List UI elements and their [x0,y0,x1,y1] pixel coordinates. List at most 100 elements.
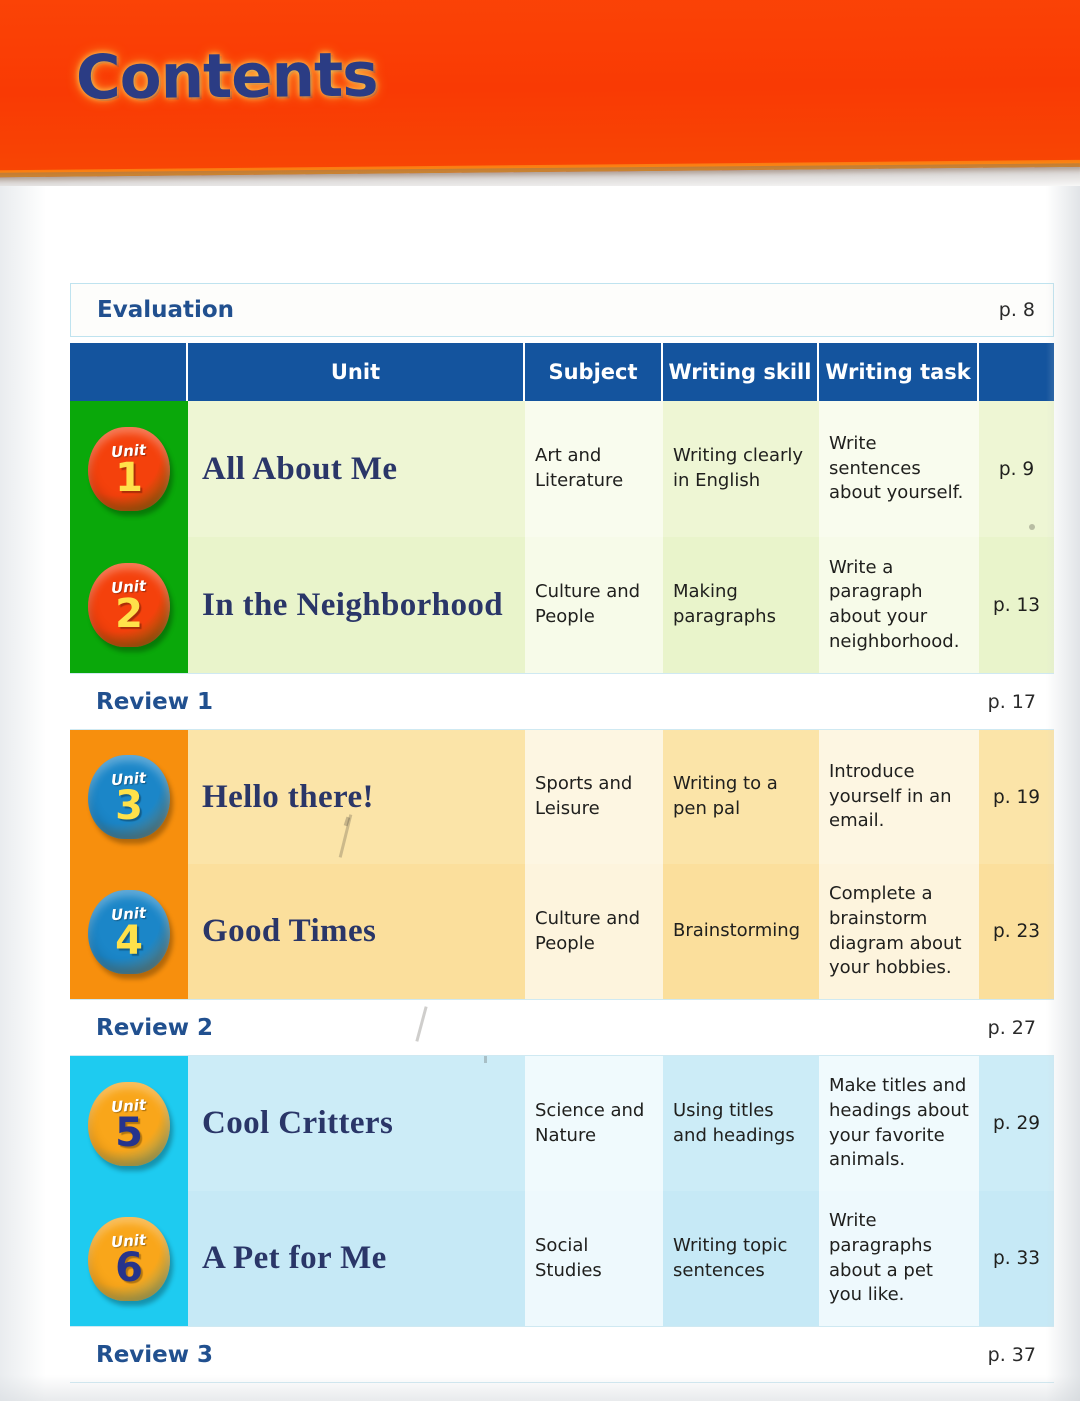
unit-badge-number: 5 [115,1109,143,1156]
unit-row-6[interactable]: Unit 6 A Pet for Me Social Studies Writing t… [70,1191,1054,1326]
unit-badge-word: Unit [110,903,148,924]
unit-subject-cell-text: Sports and Leisure [535,773,633,819]
unit-badge-icon: Unit 2 [88,563,170,647]
unit-writing-task-cell: Write a paragraph about your neighborhoo… [819,537,979,673]
unit-row-2[interactable]: Unit 2 In the Neighborhood Culture and Peop… [70,537,1054,673]
unit-title-cell: In the Neighborhood [188,537,525,673]
unit-row-1[interactable]: Unit 1 All About Me Art and Literature Writi… [70,401,1054,537]
review-row[interactable]: Review 2 p. 27 [70,999,1054,1056]
unit-badge-number: 2 [115,591,143,637]
unit-page-number: p. 19 [992,786,1041,808]
unit-page-cell: p. 29 [979,1056,1054,1191]
table-header-row: Unit Subject Writing skill Writing task [70,343,1054,401]
evaluation-page-number: p. 8 [998,299,1035,321]
review-page-number: p. 27 [987,1016,1036,1039]
unit-badge-icon: Unit 3 [88,755,170,839]
unit-badge-icon: Unit 5 [88,1081,170,1166]
unit-title-cell: Hello there! [188,730,525,864]
unit-subject-cell: Art and Literature [525,401,663,537]
unit-subject-cell: Culture and People [525,864,663,999]
unit-writing-task-cell-text: Write sentences about yourself. [829,433,964,504]
unit-page-cell: p. 19 [979,730,1054,864]
unit-title-cell: Good Times [188,864,525,999]
unit-writing-skill-cell-text: Writing topic sentences [673,1234,788,1281]
unit-badge-number: 1 [115,455,143,501]
unit-writing-skill-cell: Brainstorming [663,864,819,999]
page-title: Contents [75,39,378,114]
unit-writing-skill-cell-text: Making paragraphs [673,581,776,627]
unit-writing-skill-cell: Making paragraphs [663,537,819,673]
unit-title-cell: All About Me [188,401,525,537]
unit-badge-number: 6 [115,1244,143,1291]
evaluation-row[interactable]: Evaluation p. 8 [70,283,1054,337]
unit-writing-task-cell-text: Write paragraphs about a pet you like. [829,1210,933,1306]
review-label: Review 2 [96,1014,214,1041]
unit-row-5[interactable]: Unit 5 Cool Critters Science and Nature Usin… [70,1056,1054,1191]
unit-subject-cell: Social Studies [525,1191,663,1326]
unit-writing-skill-cell: Using titles and headings [663,1056,819,1191]
unit-badge-word: Unit [110,768,148,790]
unit-writing-task-cell: Make titles and headings about your favo… [819,1056,979,1191]
unit-badge-word: Unit [110,440,148,462]
unit-badge-icon: Unit 4 [88,889,170,974]
contents-table: Evaluation p. 8 Unit Subject Writing ski… [70,283,1054,1383]
review-page-number: p. 37 [987,1343,1036,1366]
unit-row-4[interactable]: Unit 4 Good Times Culture and People Brainst… [70,864,1054,999]
unit-title-cell: A Pet for Me [188,1191,525,1326]
unit-badge-word: Unit [110,1095,148,1116]
unit-badge-number: 3 [115,783,143,829]
header-cell-writing-skill: Writing skill [663,343,819,401]
unit-page-cell: p. 23 [979,864,1054,999]
unit-badge-cell: Unit 1 [70,401,188,537]
unit-subject-cell: Science and Nature [525,1056,663,1191]
unit-page-number: p. 23 [992,921,1041,942]
unit-badge-number: 4 [115,917,143,964]
unit-title-cell: Cool Critters [188,1056,525,1191]
unit-badge-cell: Unit 4 [70,864,188,999]
review-label: Review 1 [96,688,214,715]
unit-writing-task-cell-text: Make titles and headings about your favo… [829,1075,969,1171]
unit-writing-skill-cell-text: Writing clearly in English [673,445,804,491]
review-row[interactable]: Review 3 p. 37 [70,1326,1054,1383]
review-row[interactable]: Review 1 p. 17 [70,673,1054,730]
unit-subject-cell-text: Science and Nature [535,1099,645,1146]
unit-writing-task-cell-text: Complete a brainstorm diagram about your… [829,883,962,979]
unit-badge-word: Unit [110,576,148,598]
unit-writing-skill-cell-text: Using titles and headings [673,1099,795,1146]
unit-page-number: p. 9 [998,458,1035,480]
unit-subject-cell-text: Art and Literature [535,445,624,491]
unit-subject-cell: Culture and People [525,537,663,673]
unit-title: Cool Critters [202,1105,394,1141]
header-cell-writing-task: Writing task [819,343,979,401]
unit-subject-cell-text: Culture and People [535,907,641,954]
header-cell-badge [70,343,188,401]
unit-title: All About Me [202,450,398,487]
evaluation-label: Evaluation [97,297,235,323]
unit-badge-word: Unit [110,1230,148,1251]
unit-writing-task-cell-text: Write a paragraph about your neighborhoo… [829,556,960,652]
unit-writing-task-cell: Complete a brainstorm diagram about your… [819,864,979,999]
review-page-number: p. 17 [987,690,1036,713]
unit-title: Good Times [202,913,377,949]
unit-row-3[interactable]: Unit 3 Hello there! Sports and Leisure Writi… [70,730,1054,864]
unit-badge-cell: Unit 5 [70,1056,188,1191]
unit-title: In the Neighborhood [202,586,503,623]
unit-writing-task-cell-text: Introduce yourself in an email. [829,761,952,832]
unit-subject-cell: Sports and Leisure [525,730,663,864]
unit-writing-skill-cell-text: Writing to a pen pal [673,773,778,819]
unit-page-cell: p. 13 [979,537,1054,673]
unit-badge-icon: Unit 6 [88,1216,170,1301]
unit-page-cell: p. 9 [979,401,1054,537]
review-label: Review 3 [96,1341,214,1368]
unit-title: Hello there! [202,778,374,815]
unit-page-cell: p. 33 [979,1191,1054,1326]
unit-subject-cell-text: Culture and People [535,581,641,627]
unit-writing-task-cell: Introduce yourself in an email. [819,730,979,864]
unit-page-number: p. 29 [992,1113,1041,1134]
unit-badge-cell: Unit 2 [70,537,188,673]
unit-badge-icon: Unit 1 [88,427,170,511]
unit-writing-task-cell: Write sentences about yourself. [819,401,979,537]
table-body: Unit 1 All About Me Art and Literature Writi… [70,401,1054,1383]
contents-page: Evaluation p. 8 Unit Subject Writing ski… [0,186,1080,1401]
unit-subject-cell-text: Social Studies [535,1234,602,1281]
